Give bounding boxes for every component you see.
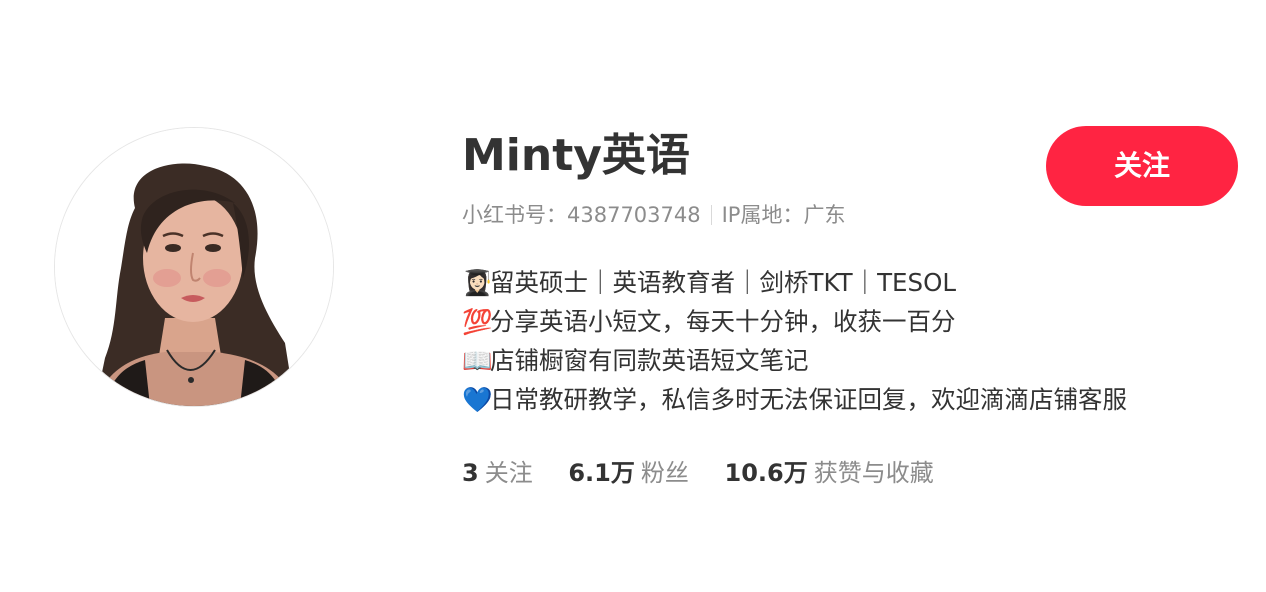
graduate-emoji: 👩🏻‍🎓 [462,268,493,297]
xhs-id: 小红书号：4387703748 [462,203,701,227]
bio-line: 👩🏻‍🎓留英硕士｜英语教育者｜剑桥TKT｜TESOL [462,263,1242,302]
bio-text: 日常教研教学，私信多时无法保证回复，欢迎滴滴店铺客服 [490,385,1127,414]
likes-collects-stat[interactable]: 10.6万 获赞与收藏 [725,457,934,489]
hundred-points-emoji: 💯 [462,307,493,336]
open-book-emoji: 📖 [462,346,493,375]
profile-bio: 👩🏻‍🎓留英硕士｜英语教育者｜剑桥TKT｜TESOL 💯分享英语小短文，每天十分… [462,263,1242,419]
follow-button[interactable]: 关注 [1046,126,1238,206]
meta-divider [710,205,712,225]
bio-line: 💯分享英语小短文，每天十分钟，收获一百分 [462,302,1242,341]
blue-heart-emoji: 💙 [462,385,493,414]
bio-text: 留英硕士｜英语教育者｜剑桥TKT｜TESOL [490,268,957,297]
likes-collects-label: 获赞与收藏 [813,459,934,487]
following-label: 关注 [484,459,533,487]
likes-collects-count: 10.6万 [724,459,808,487]
bio-text: 分享英语小短文，每天十分钟，收获一百分 [490,307,956,336]
followers-stat[interactable]: 6.1万 粉丝 [568,457,689,489]
profile-stats: 3 关注 6.1万 粉丝 10.6万 获赞与收藏 [462,457,1242,489]
bio-text: 店铺橱窗有同款英语短文笔记 [490,346,809,375]
profile-header: Minty英语 小红书号：4387703748 IP属地：广东 👩🏻‍🎓留英硕士｜… [0,0,1266,592]
bio-line: 📖店铺橱窗有同款英语短文笔记 [462,341,1242,380]
avatar-portrait-image [55,128,333,406]
following-count: 3 [462,459,479,487]
following-stat[interactable]: 3 关注 [462,457,533,489]
avatar[interactable] [54,127,334,407]
ip-location: IP属地：广东 [721,203,846,227]
bio-line: 💙日常教研教学，私信多时无法保证回复，欢迎滴滴店铺客服 [462,380,1242,419]
followers-label: 粉丝 [640,459,689,487]
followers-count: 6.1万 [568,459,635,487]
